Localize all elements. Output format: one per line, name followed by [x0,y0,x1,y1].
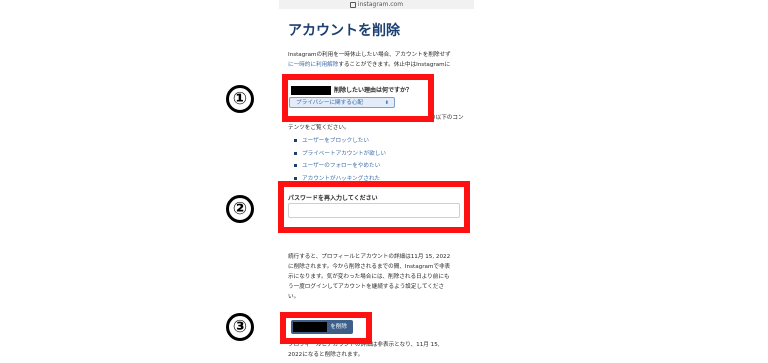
intro-line-1: Instagramの利用を一時休止したい場合、アカウントを削除せず [288,52,451,58]
step-2-marker: ② [226,195,254,223]
footer-line-2: 2022になると削除されます。 [288,352,364,358]
step-1-marker: ① [226,85,254,113]
intro-text: Instagramの利用を一時休止したい場合、アカウントを削除せず に一時的に利… [288,50,472,70]
deletion-notice: 続行すると、プロフィールとアカウントの詳細は11月 15, 2022 に削除され… [288,252,472,302]
url-text: instagram.com [357,1,404,8]
highlight-box-reason [282,74,434,122]
highlight-box-password [278,181,470,233]
notice-line-1: 続行すると、プロフィールとアカウントの詳細は11月 15, 2022 [288,254,451,260]
lock-icon [349,1,356,8]
step-3-marker: ③ [226,313,254,341]
help-link-block[interactable]: ユーザーをブロックしたい [294,135,386,148]
notice-line-4: う一度ログインしてアカウントを継続するよう設定してくださ [288,284,445,290]
context-line-1: の以下のコン [430,115,464,121]
help-link-private[interactable]: プライベートアカウントが欲しい [294,148,386,161]
context-line-2: テンツをご覧ください。 [288,125,350,131]
notice-line-3: 示になります。気が変わった場合には、削除される日より前にも [288,274,450,280]
page-title: アカウントを削除 [288,23,400,39]
notice-line-5: い。 [288,294,300,300]
temporary-disable-link[interactable]: に一時的に利用解除 [288,62,338,68]
notice-line-2: に削除されます。今から削除されるまでの間、Instagramで非表 [288,264,451,270]
highlight-box-delete [280,312,372,344]
help-links: ユーザーをブロックしたい プライベートアカウントが欲しい ユーザーのフォローをや… [294,135,386,185]
intro-line-2: することができます。休止中はInstagramに [338,62,451,68]
help-link-unfollow[interactable]: ユーザーのフォローをやめたい [294,160,386,173]
url-bar[interactable]: instagram.com [279,0,474,9]
